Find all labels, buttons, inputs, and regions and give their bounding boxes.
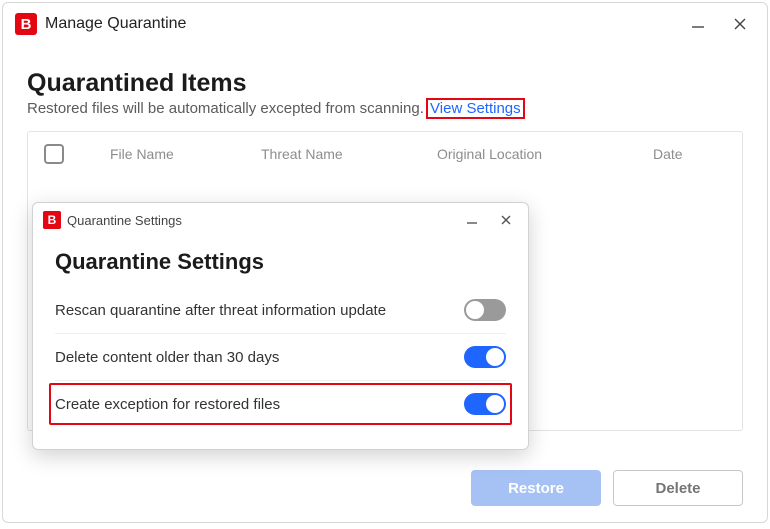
main-window: B Manage Quarantine Quarantined Items Re… <box>2 2 768 523</box>
modal-close-button[interactable] <box>492 209 520 231</box>
close-button[interactable] <box>723 11 757 37</box>
setting-label: Rescan quarantine after threat informati… <box>55 302 386 319</box>
section-heading: Quarantined Items <box>27 69 743 98</box>
setting-label: Create exception for restored files <box>55 396 280 413</box>
column-threat-name: Threat Name <box>261 146 401 162</box>
window-title: Manage Quarantine <box>45 15 186 33</box>
quarantine-settings-dialog: B Quarantine Settings Quarantine Setting… <box>32 202 529 450</box>
table-header-row: File Name Threat Name Original Location … <box>44 144 726 164</box>
restore-button[interactable]: Restore <box>471 470 601 506</box>
minimize-button[interactable] <box>681 11 715 37</box>
setting-rescan-quarantine: Rescan quarantine after threat informati… <box>55 287 506 333</box>
column-date: Date <box>653 146 713 162</box>
footer-actions: Restore Delete <box>471 470 743 506</box>
section-subtitle: Restored files will be automatically exc… <box>27 100 743 117</box>
setting-label: Delete content older than 30 days <box>55 349 279 366</box>
column-file-name: File Name <box>110 146 225 162</box>
setting-create-exception: Create exception for restored files <box>55 380 506 427</box>
toggle-create-exception[interactable] <box>464 393 506 415</box>
column-original-location: Original Location <box>437 146 617 162</box>
app-logo-icon: B <box>15 13 37 35</box>
toggle-delete-older-content[interactable] <box>464 346 506 368</box>
toggle-rescan-quarantine[interactable] <box>464 299 506 321</box>
delete-button[interactable]: Delete <box>613 470 743 506</box>
app-logo-icon: B <box>43 211 61 229</box>
modal-body: Quarantine Settings Rescan quarantine af… <box>33 231 528 449</box>
modal-heading: Quarantine Settings <box>55 249 506 275</box>
select-all-checkbox[interactable] <box>44 144 64 164</box>
view-settings-link[interactable]: View Settings <box>428 100 523 117</box>
setting-delete-older-content: Delete content older than 30 days <box>55 333 506 380</box>
window-titlebar: B Manage Quarantine <box>3 3 767 41</box>
modal-minimize-button[interactable] <box>458 209 486 231</box>
modal-title: Quarantine Settings <box>67 213 182 228</box>
modal-titlebar: B Quarantine Settings <box>33 203 528 231</box>
subtitle-text: Restored files will be automatically exc… <box>27 100 424 117</box>
